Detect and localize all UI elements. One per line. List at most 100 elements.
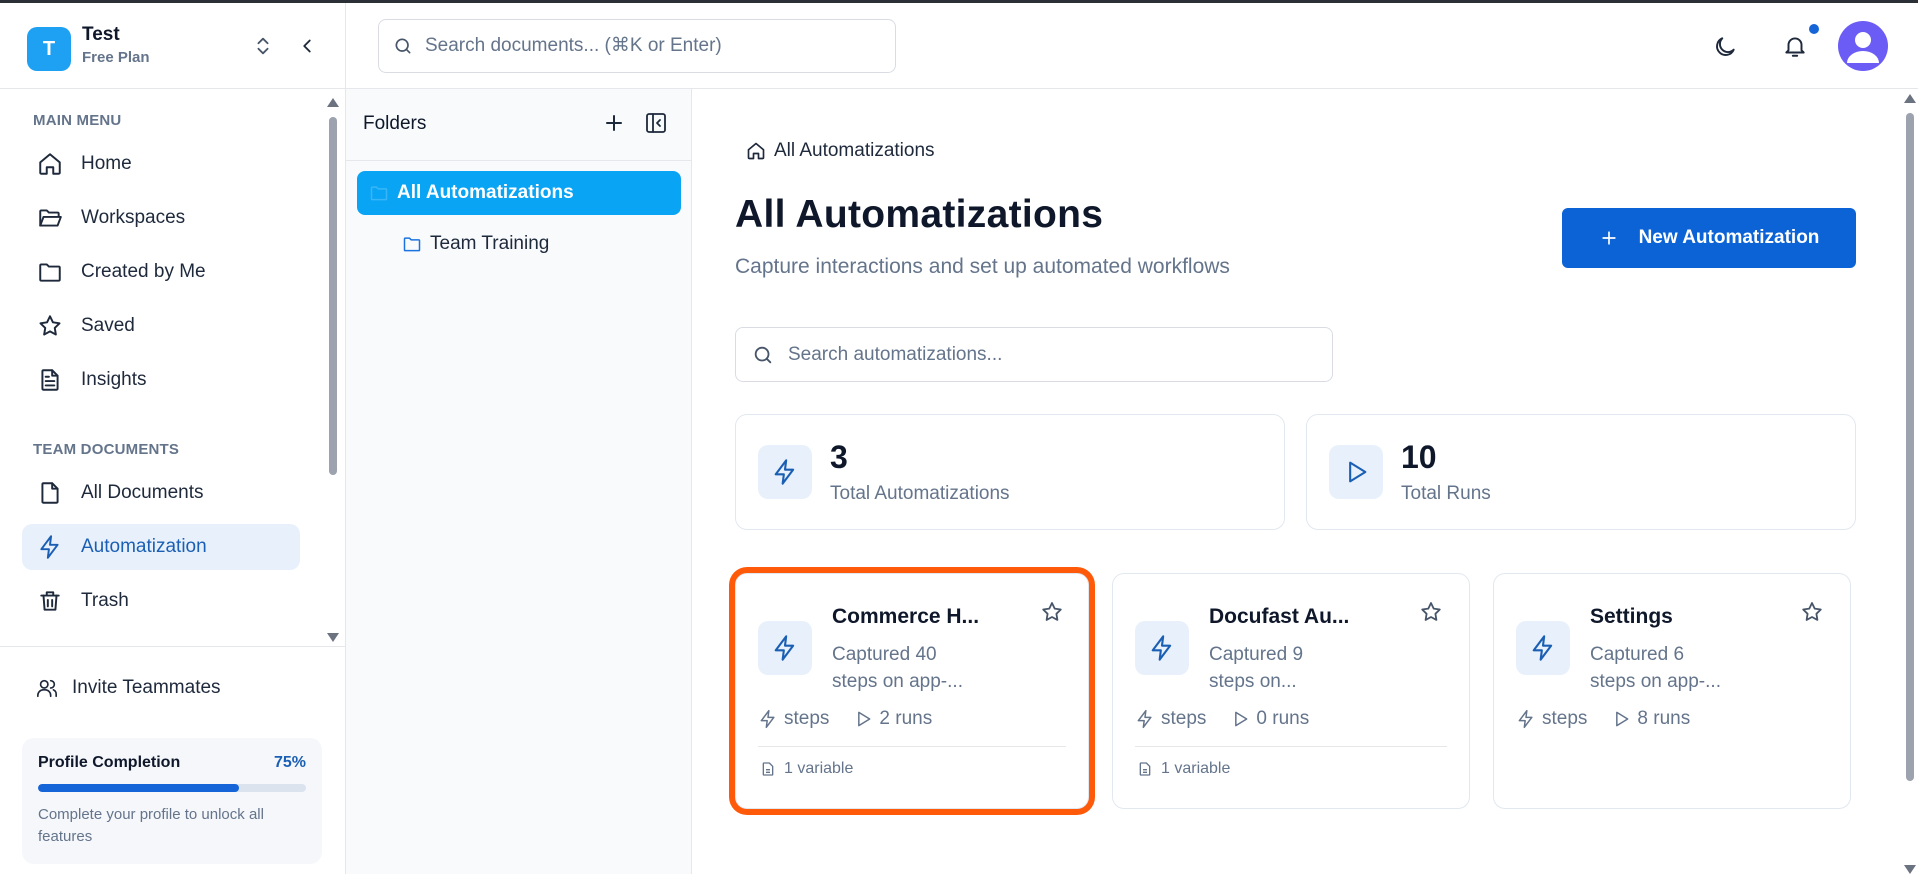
card-runs: 8 runs: [1637, 708, 1691, 729]
file-icon: [41, 482, 59, 504]
stat-value: 3: [830, 439, 848, 475]
folder-team-training[interactable]: Team Training: [402, 222, 672, 266]
lightning-icon: [760, 709, 775, 729]
lightning-icon: [40, 535, 59, 559]
folder-icon: [403, 237, 421, 252]
card-steps: steps: [1542, 708, 1588, 729]
stat-label: Total Runs: [1401, 483, 1491, 504]
workspace-name: Test: [82, 24, 120, 45]
play-icon: [1329, 445, 1383, 499]
breadcrumb-label: All Automatizations: [774, 140, 935, 161]
sidebar-nav: MAIN MENU Home Workspaces Created by Me …: [0, 89, 346, 645]
main-menu-label: MAIN MENU: [33, 112, 122, 129]
play-icon: [1616, 711, 1629, 727]
document-search-input[interactable]: [425, 35, 865, 57]
main-scrollbar-thumb[interactable]: [1906, 113, 1914, 781]
sidebar-item-label: Trash: [81, 590, 129, 611]
sidebar-item-saved[interactable]: Saved: [22, 303, 300, 349]
new-automatization-button[interactable]: New Automatization: [1562, 208, 1856, 268]
automatization-card[interactable]: Commerce H... Captured 40 steps on app-.…: [735, 573, 1089, 809]
user-avatar[interactable]: [1838, 21, 1888, 71]
main-scroll-down[interactable]: [1904, 865, 1916, 874]
star-icon[interactable]: [1419, 600, 1443, 624]
folder-open-icon: [39, 209, 62, 227]
bell-icon[interactable]: [1782, 33, 1808, 59]
folders-title: Folders: [363, 113, 427, 134]
lightning-icon: [1137, 709, 1152, 729]
stat-value: 10: [1401, 439, 1437, 475]
folders-header: Folders: [346, 89, 692, 161]
lightning-icon: [1518, 709, 1533, 729]
play-icon: [858, 711, 871, 727]
automatization-card[interactable]: Settings Captured 6 steps on app-... ste…: [1493, 573, 1851, 809]
workspace-switcher[interactable]: T Test Free Plan: [0, 3, 346, 89]
sidebar-item-trash[interactable]: Trash: [22, 578, 300, 624]
moon-icon[interactable]: [1712, 34, 1738, 60]
stat-label: Total Automatizations: [830, 483, 1010, 504]
home-icon: [747, 142, 765, 160]
document-icon: [41, 369, 59, 391]
sidebar-item-created-by-me[interactable]: Created by Me: [22, 249, 300, 295]
profile-completion-percent: 75%: [273, 754, 306, 771]
automatization-search[interactable]: [735, 327, 1333, 382]
sidebar-item-label: Saved: [81, 315, 135, 336]
plus-icon[interactable]: [602, 111, 626, 135]
card-variable-count: 1 variable: [784, 760, 854, 777]
sidebar-scroll-up[interactable]: [327, 98, 339, 107]
automatization-search-input[interactable]: [788, 343, 1308, 366]
new-automatization-label: New Automatization: [1638, 227, 1820, 248]
card-description: Captured 6 steps on app-...: [1590, 641, 1760, 695]
sidebar-item-label: Automatization: [81, 536, 207, 557]
star-icon[interactable]: [1800, 600, 1824, 624]
automatization-card[interactable]: Docufast Au... Captured 9 steps on... st…: [1112, 573, 1470, 809]
card-runs: 2 runs: [879, 708, 933, 729]
invite-teammates-button[interactable]: Invite Teammates: [36, 677, 221, 699]
plus-icon: [1601, 231, 1616, 245]
sidebar-item-workspaces[interactable]: Workspaces: [22, 195, 300, 241]
breadcrumb[interactable]: All Automatizations: [746, 140, 935, 162]
card-description: Captured 40 steps on app-...: [832, 641, 1002, 695]
card-meta: steps 2 runs: [758, 708, 932, 730]
lightning-icon: [1135, 621, 1189, 675]
workspace-plan: Free Plan: [82, 49, 150, 66]
lightning-icon: [1516, 621, 1570, 675]
main-scroll-up[interactable]: [1904, 94, 1916, 103]
card-description: Captured 9 steps on...: [1209, 641, 1379, 695]
star-icon[interactable]: [1040, 600, 1064, 624]
sidebar-item-home[interactable]: Home: [22, 141, 300, 187]
document-search[interactable]: [378, 19, 896, 73]
card-description-line: Captured 40: [832, 644, 937, 665]
stat-card-total-automatizations: 3 Total Automatizations: [735, 414, 1285, 530]
notification-badge: [1809, 24, 1819, 34]
star-icon: [39, 315, 61, 336]
card-title: Commerce H...: [832, 605, 980, 628]
sidebar-item-label: All Documents: [81, 482, 204, 503]
card-description-line: steps on app-...: [1590, 671, 1721, 692]
card-divider: [758, 746, 1066, 747]
lightning-icon: [758, 621, 812, 675]
sidebar-scroll-down[interactable]: [327, 633, 339, 642]
sidebar-item-insights[interactable]: Insights: [22, 357, 300, 403]
sidebar: T Test Free Plan MAIN MENU Home Workspac…: [0, 3, 346, 874]
card-meta: steps 0 runs: [1135, 708, 1309, 730]
trash-icon: [40, 591, 60, 611]
folder-all-automatizations[interactable]: All Automatizations: [357, 171, 681, 215]
file-icon: [762, 762, 774, 776]
main-content: All Automatizations All Automatizations …: [692, 89, 1918, 874]
panel-collapse-icon[interactable]: [644, 111, 668, 135]
file-icon: [1139, 762, 1151, 776]
chevron-left-icon[interactable]: [296, 35, 318, 57]
sidebar-item-automatization[interactable]: Automatization: [22, 524, 300, 570]
stat-card-total-runs: 10 Total Runs: [1306, 414, 1856, 530]
sidebar-scrollbar-thumb[interactable]: [329, 117, 337, 475]
chevron-up-down-icon[interactable]: [252, 35, 274, 57]
folder-label: All Automatizations: [397, 182, 574, 203]
folder-label: Team Training: [430, 233, 550, 254]
card-title: Docufast Au...: [1209, 605, 1350, 628]
card-description-line: Captured 9: [1209, 644, 1304, 665]
card-runs: 0 runs: [1256, 708, 1310, 729]
card-meta: steps 8 runs: [1516, 708, 1690, 730]
sidebar-item-label: Home: [81, 153, 132, 174]
sidebar-item-all-documents[interactable]: All Documents: [22, 470, 300, 516]
card-steps: steps: [784, 708, 830, 729]
